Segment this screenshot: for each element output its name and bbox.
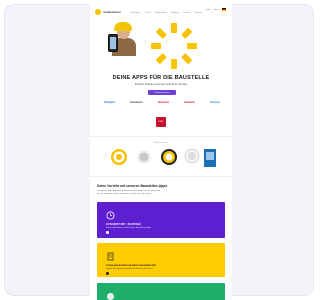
sun-graphic-icon: [151, 23, 197, 69]
arrow-icon[interactable]: [106, 231, 109, 234]
award-seal-icon: [111, 149, 127, 165]
hero-subtitle: Einfache Software-Lösungen speziell für …: [134, 83, 188, 86]
nav-item[interactable]: Handwerker: [155, 12, 167, 14]
promo-text: Digitale Bautagebuch und Dokumentation f…: [106, 268, 154, 270]
arrow-icon[interactable]: [106, 272, 109, 275]
hero-title: DEINE APPS FÜR DIE BAUSTELLE: [112, 75, 210, 81]
partner-logo: Stuttgart: [104, 101, 115, 104]
cta-button[interactable]: Kostenlos testen: [148, 90, 176, 95]
utility-nav: Login Demo: [206, 8, 226, 11]
partner-logo: Bauhaus: [158, 101, 170, 104]
awards-row: [104, 147, 220, 169]
nav-item[interactable]: Funktionen: [130, 12, 141, 14]
partner-logo: Handwerk: [130, 101, 143, 104]
logo-text: myHandwerker: [103, 10, 121, 14]
award-badge-icon: [137, 150, 151, 164]
partner-badge: HWK: [156, 117, 166, 127]
nav-item[interactable]: Preise: [145, 12, 151, 14]
partner-logo: Bauwelt: [184, 101, 195, 104]
site-logo[interactable]: myHandwerker: [95, 9, 121, 15]
promo-card[interactable]: [97, 283, 225, 300]
smartphone-icon: [108, 34, 118, 52]
partner-logos: Stuttgart Handwerk Bauhaus Bauwelt Holzb…: [104, 101, 220, 104]
promo-text: Erfasse Arbeitszeiten direkt auf der Bau…: [106, 227, 152, 229]
demo-link[interactable]: Demo: [214, 9, 219, 11]
section-text: Mit unseren Apps digitalisierst du die Z…: [97, 190, 161, 192]
promo-card[interactable]: Lorem ipsum dolor sit amet consectetur e…: [97, 243, 225, 277]
award-medal-icon: [161, 149, 177, 165]
promo-card[interactable]: 24 SCHNITZ ZEIT - BAUSTAGE Erfasse Arbei…: [97, 202, 225, 238]
nav-item[interactable]: Partner: [183, 12, 190, 14]
german-flag-icon[interactable]: [222, 8, 226, 11]
section-text: auf der Baustelle schnell und einfach. S…: [97, 193, 152, 195]
award-certificate-icon: [204, 149, 216, 167]
hard-hat-icon: [114, 22, 132, 31]
divider: [90, 176, 232, 177]
hero-visual: [100, 20, 226, 72]
awards-caption: Ausgezeichnet: [154, 142, 168, 144]
clock-icon: [106, 211, 115, 220]
document-icon: [107, 252, 114, 261]
promo-title: 24 SCHNITZ ZEIT - BAUSTAGE: [106, 223, 141, 226]
webpage-preview: myHandwerker Funktionen Preise Handwerke…: [90, 4, 232, 300]
main-nav: Funktionen Preise Handwerker Industrie P…: [130, 12, 202, 14]
partner-logo: Holzbau: [209, 101, 220, 104]
sun-logo-icon: [95, 9, 101, 15]
login-link[interactable]: Login: [206, 9, 211, 11]
nav-item[interactable]: Industrie: [171, 12, 179, 14]
award-ribbon-icon: [184, 148, 200, 164]
section-title: Deine Vorteile mit unseren Baustellen-Ap…: [97, 184, 168, 188]
app-icon: [106, 292, 115, 300]
nav-item[interactable]: Kontakt: [194, 12, 201, 14]
promo-title: Lorem ipsum dolor sit amet consectetur e…: [106, 264, 156, 267]
divider: [90, 136, 232, 137]
